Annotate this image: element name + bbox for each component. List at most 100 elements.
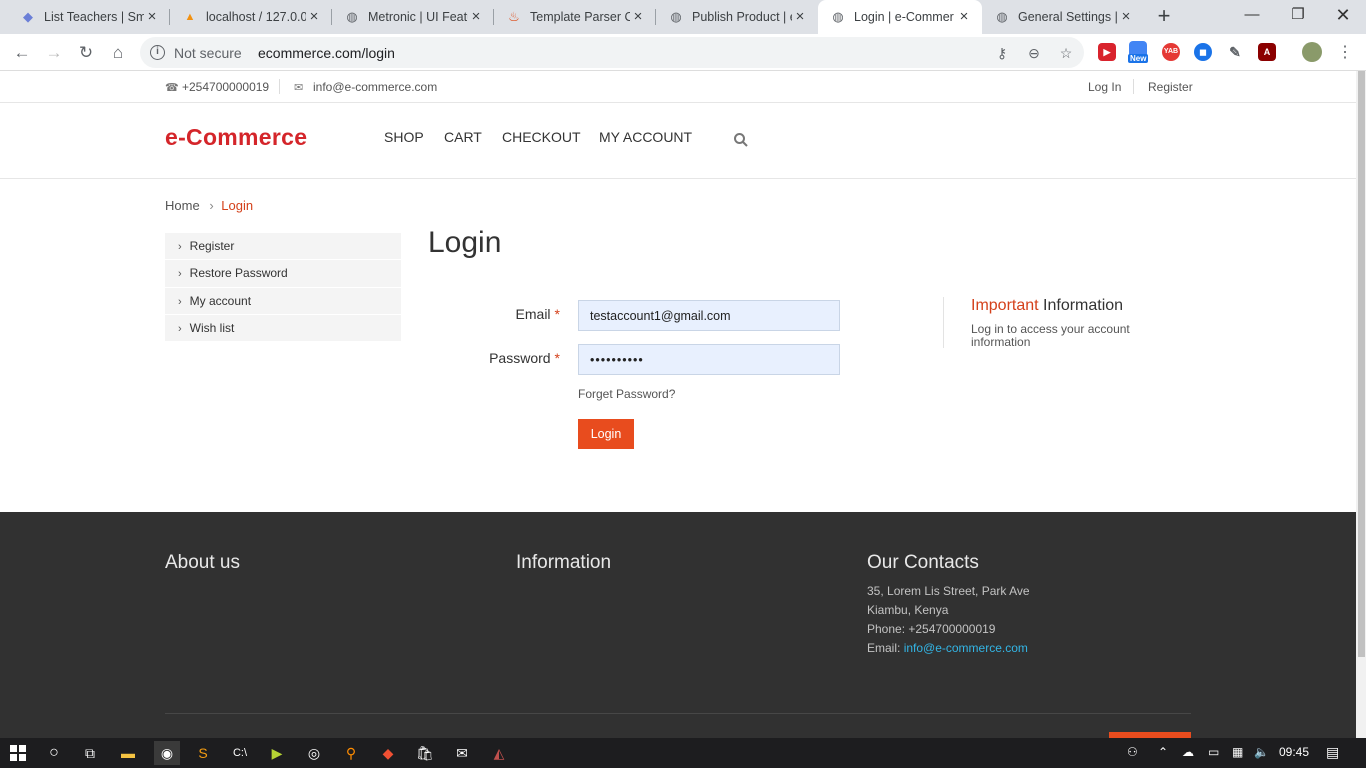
browser-tab[interactable]: ◍ Metronic | UI Featu × [332,0,494,34]
forward-icon[interactable]: → [41,40,67,66]
close-icon[interactable]: × [792,9,808,25]
globe-icon: ◍ [996,9,1008,24]
important-information: Important Information Log in to access y… [943,297,1163,349]
chevron-right-icon: › [178,241,182,253]
url-text[interactable]: ecommerce.com/login [258,45,395,61]
info-icon[interactable]: i [150,45,165,60]
forgot-password-link[interactable]: Forget Password? [578,387,675,401]
network-icon[interactable]: ▦ [1232,745,1243,759]
search-icon[interactable] [733,132,749,148]
yab-extension-icon[interactable]: YAB [1162,43,1180,61]
chevron-up-icon[interactable]: ⌃ [1158,745,1168,759]
app-icon[interactable]: ◭ [487,741,511,765]
close-icon[interactable]: × [1118,9,1134,25]
task-view-icon[interactable]: ⧉ [78,741,102,765]
close-icon[interactable]: × [468,9,484,25]
battery-icon[interactable]: ▭ [1208,745,1219,759]
sidebar-item-my-account[interactable]: › My account [165,287,401,315]
file-explorer-icon[interactable]: ▬ [116,741,140,765]
globe-icon: ◍ [346,9,358,24]
cortana-icon[interactable]: ○ [42,741,66,765]
zoom-icon[interactable]: ⊖ [1024,43,1044,63]
nav-shop[interactable]: SHOP [384,129,424,145]
git-icon[interactable]: ◆ [376,741,400,765]
browser-tab[interactable]: ◆ List Teachers | Sma × [0,0,170,34]
footer-email: Email: info@e-commerce.com [867,641,1028,655]
app-icon[interactable]: ◎ [302,741,326,765]
bookmark-star-icon[interactable]: ☆ [1056,43,1076,63]
close-icon[interactable]: × [144,9,160,25]
minimize-button[interactable]: — [1229,0,1275,30]
volume-icon[interactable]: 🔈 [1254,745,1269,759]
sidebar-item-wish-list[interactable]: › Wish list [165,314,401,343]
browser-tab[interactable]: ▲ localhost / 127.0.0. × [170,0,332,34]
tab-title: Template Parser Cl [530,10,630,24]
extension-icon[interactable]: ◼ [1194,43,1212,61]
site-topbar: ☎ +254700000019 ✉ info@e-commerce.com Lo… [0,71,1356,103]
breadcrumb: Home › Login [165,198,253,213]
nav-checkout[interactable]: CHECKOUT [502,129,581,145]
email-field[interactable] [578,300,840,331]
envelope-icon: ✉ [294,81,304,94]
browser-tab-active[interactable]: ◍ Login | e-Commer × [818,0,982,34]
close-icon[interactable]: × [630,9,646,25]
menu-icon[interactable]: ⋮ [1332,40,1358,66]
windows-start-icon[interactable] [6,741,30,765]
scrollbar-thumb[interactable] [1358,71,1365,657]
reload-icon[interactable]: ↻ [73,40,99,66]
restore-button[interactable]: ❐ [1275,0,1321,30]
key-icon[interactable]: ⚷ [992,43,1012,63]
email-label: Email * [515,306,560,322]
search-app-icon[interactable]: ⚲ [339,741,363,765]
info-text: Log in to access your account informatio… [971,322,1130,349]
home-icon[interactable]: ⌂ [105,40,131,66]
close-icon[interactable]: × [956,9,972,25]
info-title: Important Information [971,297,1124,314]
site-logo[interactable]: e-Commerce [165,124,307,151]
topbar-email[interactable]: ✉ info@e-commerce.com [294,80,437,94]
footer-contacts-heading: Our Contacts [867,552,979,573]
media-player-icon[interactable]: ▶ [265,741,289,765]
browser-tab[interactable]: ◍ General Settings | × [982,0,1144,34]
notification-icon[interactable]: ▤ [1326,744,1339,761]
sidebar-item-register[interactable]: › Register [165,233,401,261]
footer-information-heading: Information [516,552,612,573]
back-icon[interactable]: ← [9,40,35,66]
browser-tab[interactable]: ◍ Publish Product | e × [656,0,818,34]
nav-my-account[interactable]: MY ACCOUNT [599,129,692,145]
phpmyadmin-icon: ▲ [184,11,196,23]
eyedropper-icon[interactable]: ✎ [1226,43,1244,61]
password-field[interactable] [578,344,840,375]
taskbar-clock[interactable]: 09:45 [1279,745,1309,759]
nav-cart[interactable]: CART [444,129,482,145]
browser-tab[interactable]: ♨ Template Parser Cl × [494,0,656,34]
sublime-icon[interactable]: S [191,741,215,765]
store-icon[interactable]: 🛍 [413,741,437,765]
close-icon[interactable]: × [306,9,322,25]
extension-new-icon[interactable]: New [1128,41,1149,63]
terminal-icon[interactable]: C:\ [228,741,252,765]
tab-title: List Teachers | Sma [44,10,144,24]
footer-about-heading: About us [165,552,240,573]
topbar-phone: ☎ +254700000019 [165,80,270,94]
address-bar[interactable]: i Not secure ecommerce.com/login ⚷ ⊖ ☆ [140,37,1084,68]
pdf-icon[interactable]: A [1258,43,1276,61]
topbar-register-link[interactable]: Register [1148,80,1193,94]
onedrive-icon[interactable]: ☁ [1182,745,1194,759]
breadcrumb-home[interactable]: Home [165,198,200,213]
extension-icon[interactable]: ▶ [1098,43,1116,61]
globe-icon: ◍ [670,9,682,24]
people-icon[interactable]: ⚇ [1127,745,1138,759]
login-button[interactable]: Login [578,419,634,449]
sidebar-item-restore-password[interactable]: › Restore Password [165,260,401,288]
mail-icon[interactable]: ✉ [450,741,474,765]
profile-avatar[interactable] [1302,42,1322,62]
chrome-icon[interactable]: ◉ [154,741,180,765]
close-window-button[interactable]: ✕ [1320,0,1366,30]
chevron-right-icon: › [178,295,182,308]
footer-email-link[interactable]: info@e-commerce.com [904,641,1028,655]
page-title: Login [428,226,502,259]
new-tab-button[interactable]: + [1152,5,1176,29]
tab-title: General Settings | [1018,10,1118,24]
topbar-login-link[interactable]: Log In [1088,80,1121,94]
